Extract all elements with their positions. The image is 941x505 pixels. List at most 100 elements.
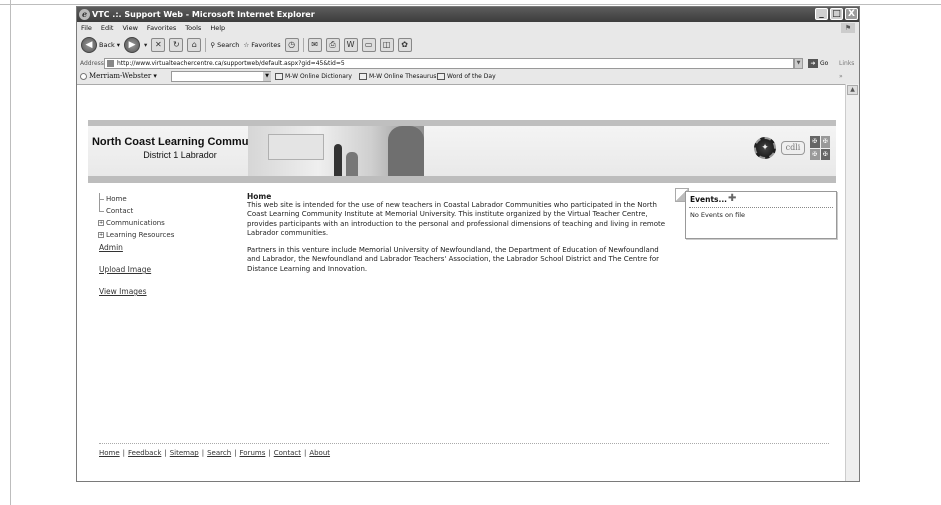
footer-separator: | (201, 449, 205, 457)
footer-separator: | (268, 449, 271, 457)
partner-logos: ✦ cdli ✠ ✠ ✠ ✠ (754, 136, 830, 160)
menu-bar: File Edit View Favorites Tools Help ⚑ (77, 22, 859, 34)
messenger-icon[interactable]: ✿ (397, 38, 412, 52)
address-input[interactable]: http://www.virtualteachercentre.ca/suppo… (104, 58, 794, 69)
ie-logo-icon: e (79, 9, 90, 20)
admin-link[interactable]: Admin (99, 243, 123, 252)
footer-forums-link[interactable]: Forums (240, 449, 266, 457)
forward-button[interactable]: ▶ (124, 37, 141, 53)
go-label: Go (820, 60, 829, 67)
person-figure (388, 126, 424, 176)
forward-dropdown-icon[interactable]: ▾ (144, 41, 147, 49)
nav-learning-resources-label: Learning Resources (106, 231, 175, 239)
calendar-icon (437, 73, 445, 80)
menu-help[interactable]: Help (210, 22, 225, 34)
maximize-button[interactable]: □ (830, 8, 843, 20)
crest-quadrant: ✠ (820, 136, 830, 148)
footer-sitemap-link[interactable]: Sitemap (170, 449, 199, 457)
go-arrow-icon: ➜ (808, 59, 818, 68)
history-icon[interactable]: ◷ (284, 38, 299, 52)
vertical-scrollbar[interactable]: ▲ (845, 84, 859, 481)
back-label: Back (99, 41, 115, 49)
scroll-up-icon[interactable]: ▲ (847, 85, 858, 95)
edit-icon[interactable]: W (343, 38, 358, 52)
events-panel: Events... ✚ No Events on file (685, 191, 837, 239)
minimize-button[interactable]: _ (815, 8, 828, 20)
menu-edit[interactable]: Edit (101, 22, 114, 34)
tree-connector (99, 211, 104, 212)
address-dropdown-icon[interactable]: ▼ (794, 58, 803, 69)
upload-image-link[interactable]: Upload Image (99, 265, 151, 274)
merriam-webster-toolbar: Merriam-Webster ▾ ▼ M-W Online Dictionar… (77, 70, 859, 83)
menu-view[interactable]: View (122, 22, 137, 34)
footer-feedback-link[interactable]: Feedback (128, 449, 161, 457)
search-icon: ⚲ (210, 41, 216, 49)
crest-quadrant: ✠ (810, 136, 820, 148)
crest-quadrant: ✠ (820, 148, 830, 160)
mw-title[interactable]: Merriam-Webster ▾ (89, 70, 157, 83)
page-left-rule (10, 0, 11, 505)
window-controls: _ □ X (815, 8, 858, 20)
go-button[interactable]: ➜ Go (808, 58, 828, 69)
footer-contact-link[interactable]: Contact (274, 449, 301, 457)
mw-word-of-day-label: Word of the Day (447, 73, 496, 80)
expand-icon[interactable]: + (98, 232, 104, 238)
window-title: VTC .:. Support Web - Microsoft Internet… (92, 10, 315, 19)
stop-icon[interactable]: ✕ (151, 38, 166, 52)
browser-window: e VTC .:. Support Web - Microsoft Intern… (76, 6, 860, 482)
nav-communications[interactable]: + Communications (98, 217, 174, 229)
standard-toolbar: ◀ Back ▾ ▶ ▾ ✕ ↻ ⌂ ⚲ Search ☆ Favorites … (77, 34, 859, 56)
star-icon: ☆ (243, 41, 250, 49)
nav-communications-label: Communications (106, 219, 165, 227)
nav-learning-resources[interactable]: + Learning Resources (98, 229, 175, 241)
search-label: Search (217, 41, 240, 49)
content-paragraph: Partners in this venture include Memoria… (247, 246, 659, 273)
research-icon[interactable]: ◫ (379, 38, 394, 52)
footer-home-link[interactable]: Home (99, 449, 120, 457)
favorites-label: Favorites (251, 41, 281, 49)
title-bar: e VTC .:. Support Web - Microsoft Intern… (77, 7, 859, 22)
back-button[interactable]: ◀ Back ▾ (81, 37, 120, 53)
home-icon[interactable]: ⌂ (187, 38, 202, 52)
mw-dropdown-icon[interactable]: ▼ (263, 72, 271, 81)
page-viewport: North Coast Learning Community District … (77, 84, 845, 481)
add-event-icon[interactable]: ✚ (728, 194, 736, 204)
address-label: Address (80, 60, 104, 67)
page-icon (107, 60, 114, 67)
main-content: Home This web site is intended for the u… (247, 192, 667, 282)
mw-search-input[interactable] (171, 71, 271, 82)
close-button[interactable]: X (845, 8, 858, 20)
person-figure (334, 144, 342, 176)
footer-search-link[interactable]: Search (207, 449, 231, 457)
nav-contact[interactable]: Contact (99, 205, 174, 217)
mw-thesaurus-link[interactable]: M-W Online Thesaurus (359, 70, 436, 83)
print-icon[interactable]: ⎙ (325, 38, 340, 52)
mw-word-of-day-link[interactable]: Word of the Day (437, 70, 496, 83)
vtc-logo: ✦ (754, 137, 776, 159)
favorites-button[interactable]: ☆ Favorites (243, 41, 280, 49)
back-dropdown-icon[interactable]: ▾ (117, 41, 120, 49)
discuss-icon[interactable]: ▭ (361, 38, 376, 52)
mw-dictionary-link[interactable]: M-W Online Dictionary (275, 70, 352, 83)
content-heading: Home (247, 192, 272, 201)
crest-logo: ✠ ✠ ✠ ✠ (810, 136, 830, 160)
menu-favorites[interactable]: Favorites (147, 22, 176, 34)
footer-separator: | (234, 449, 237, 457)
nav-home[interactable]: Home (99, 193, 174, 205)
cdli-logo: cdli (781, 141, 805, 155)
nav-home-label: Home (106, 195, 127, 203)
content-paragraph: This web site is intended for the use of… (247, 201, 666, 237)
tree-connector (99, 199, 104, 200)
nav-contact-label: Contact (106, 207, 134, 215)
footer-about-link[interactable]: About (309, 449, 330, 457)
page-top-rule (0, 4, 941, 5)
menu-file[interactable]: File (81, 22, 92, 34)
refresh-icon[interactable]: ↻ (169, 38, 184, 52)
toolbar-separator-2 (302, 38, 304, 52)
back-arrow-icon: ◀ (81, 37, 97, 53)
menu-tools[interactable]: Tools (185, 22, 201, 34)
view-images-link[interactable]: View Images (99, 287, 147, 296)
search-button[interactable]: ⚲ Search (210, 41, 239, 49)
mail-icon[interactable]: ✉ (307, 38, 322, 52)
expand-icon[interactable]: + (98, 220, 104, 226)
